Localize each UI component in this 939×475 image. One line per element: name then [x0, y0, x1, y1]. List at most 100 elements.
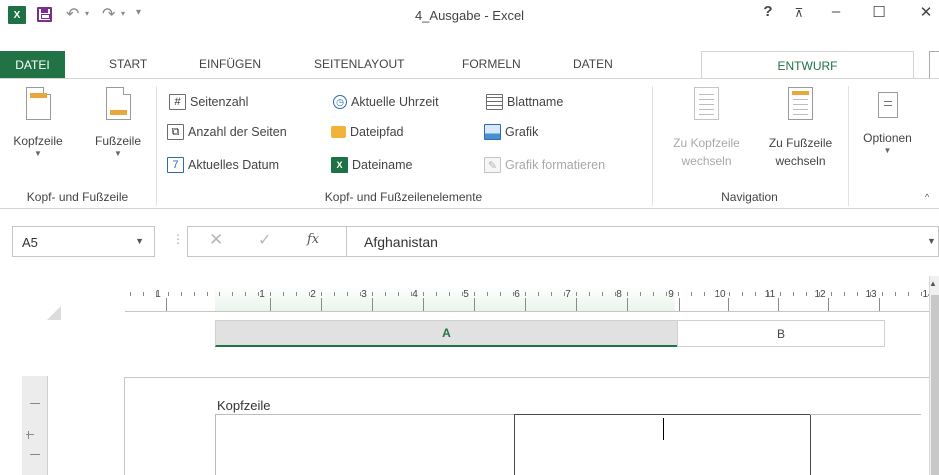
page-number-button[interactable]: # Seitenzahl — [169, 92, 248, 112]
options-label: Optionen — [863, 131, 912, 145]
options-button[interactable]: Optionen ▼ — [850, 92, 925, 155]
ruler-minor-tick — [296, 292, 297, 296]
tab-page-layout[interactable]: SEITENLAYOUT — [314, 57, 404, 71]
text-cursor — [663, 418, 664, 440]
formula-bar-grip[interactable]: ⋮ — [172, 232, 184, 246]
ruler-minor-tick — [602, 292, 603, 296]
scroll-up-icon[interactable]: ▲ — [929, 279, 937, 288]
ruler-minor-tick — [181, 292, 182, 296]
goto-header-page-icon — [694, 87, 719, 120]
picture-button[interactable]: Grafik — [484, 122, 538, 142]
ruler-minor-tick — [627, 292, 628, 296]
name-box-dropdown-icon[interactable]: ▼ — [135, 236, 144, 246]
ruler-highlight — [215, 286, 675, 312]
ruler-minor-tick — [717, 292, 718, 296]
ruler-minor-tick — [806, 292, 807, 296]
group-label-header-footer: Kopf- und Fußzeile — [26, 190, 129, 204]
tab-data[interactable]: DATEN — [573, 57, 613, 71]
ruler-minor-tick — [640, 292, 641, 296]
ruler-number: 6 — [514, 289, 520, 300]
group-separator — [156, 86, 157, 206]
tab-file[interactable]: DATEI — [0, 51, 65, 78]
ruler-minor-tick — [462, 292, 463, 296]
ruler-number: 13 — [865, 289, 877, 300]
group-separator — [848, 86, 849, 206]
ruler-minor-tick — [500, 292, 501, 296]
ruler-minor-tick — [819, 292, 820, 296]
ruler-major-tick — [474, 298, 475, 311]
ruler-minor-tick — [321, 292, 322, 296]
ruler-major-tick — [828, 298, 829, 311]
calendar-icon: 7 — [167, 157, 184, 173]
tab-start[interactable]: START — [109, 57, 147, 71]
page-count-button[interactable]: ⧉ Anzahl der Seiten — [167, 122, 287, 142]
file-name-button[interactable]: X Dateiname — [331, 155, 412, 175]
footer-button[interactable]: Fußzeile ▼ — [86, 87, 150, 158]
ruler-minor-tick — [755, 292, 756, 296]
ruler-minor-tick — [513, 292, 514, 296]
ruler-minor-tick — [474, 292, 475, 296]
maximize-button[interactable]: ☐ — [866, 3, 892, 21]
close-button[interactable]: ✕ — [913, 3, 939, 21]
goto-header-label-2: wechseln — [681, 154, 732, 168]
cancel-icon[interactable]: ✕ — [209, 230, 223, 250]
header-left-section[interactable] — [215, 414, 515, 475]
ruler-minor-tick — [793, 292, 794, 296]
formula-value: Afghanistan — [364, 234, 438, 250]
header-button-label: Kopfzeile — [13, 134, 63, 148]
ruler-major-tick — [270, 298, 271, 311]
goto-footer-label-1: Zu Fußzeile — [768, 136, 833, 150]
collapse-ribbon-icon[interactable]: ^ — [925, 192, 929, 202]
current-time-button[interactable]: ◷ Aktuelle Uhrzeit — [333, 92, 439, 112]
ruler-minor-tick — [666, 292, 667, 296]
format-picture-button[interactable]: ✎ Grafik formatieren — [484, 155, 605, 175]
expand-formula-bar-icon[interactable]: ▼ — [927, 236, 936, 246]
ruler-minor-tick — [449, 292, 450, 296]
ruler-minor-tick — [436, 292, 437, 296]
ruler-baseline — [125, 311, 930, 312]
insert-function-icon[interactable]: fx — [307, 232, 319, 247]
group-label-navigation: Navigation — [721, 190, 778, 204]
formula-input[interactable]: Afghanistan — [346, 226, 939, 257]
tab-formulas[interactable]: FORMELN — [462, 57, 521, 71]
vertical-ruler — [22, 376, 48, 475]
scrollbar-thumb[interactable] — [931, 295, 939, 475]
ruler-major-tick — [423, 298, 424, 311]
ruler-number: 12 — [814, 289, 826, 300]
minimize-button[interactable]: – — [823, 3, 849, 20]
select-all-corner[interactable] — [47, 306, 61, 320]
column-header-b[interactable]: B — [677, 320, 885, 347]
ruler-number: 9 — [668, 289, 674, 300]
ribbon-display-options-button[interactable]: ⊼ — [786, 6, 812, 20]
sheet-name-button[interactable]: Blattname — [486, 92, 563, 112]
ruler-number: 3 — [361, 289, 367, 300]
tab-design[interactable]: ENTWURF — [701, 51, 914, 79]
ruler-major-tick — [778, 298, 779, 311]
options-dropdown-icon: ▼ — [883, 146, 892, 155]
current-date-button[interactable]: 7 Aktuelles Datum — [167, 155, 279, 175]
name-box[interactable]: A5 ▼ — [12, 226, 155, 257]
tab-insert[interactable]: EINFÜGEN — [199, 57, 261, 71]
ruler-minor-tick — [270, 292, 271, 296]
help-button[interactable]: ? — [755, 3, 781, 20]
group-separator — [652, 86, 653, 206]
ruler-major-tick — [728, 298, 729, 311]
ruler-minor-tick — [704, 292, 705, 296]
ruler-minor-tick — [283, 292, 284, 296]
ruler-minor-tick — [729, 292, 730, 296]
header-right-section[interactable] — [810, 414, 921, 475]
ruler-minor-tick — [334, 292, 335, 296]
page-number-icon: # — [169, 94, 186, 110]
footer-button-label: Fußzeile — [94, 134, 141, 148]
file-path-button[interactable]: Dateipfad — [331, 122, 404, 142]
goto-header-button[interactable]: Zu Kopfzeile wechseln — [660, 87, 753, 168]
header-button[interactable]: Kopfzeile ▼ — [6, 87, 70, 158]
ruler-minor-tick — [895, 292, 896, 296]
goto-footer-button[interactable]: Zu Fußzeile wechseln — [754, 87, 847, 168]
column-header-a[interactable]: A — [215, 320, 678, 347]
ruler-major-tick — [627, 298, 628, 311]
ruler-minor-tick — [245, 292, 246, 296]
ruler-minor-tick — [372, 292, 373, 296]
enter-icon[interactable]: ✓ — [258, 230, 271, 250]
ruler-minor-tick — [411, 292, 412, 296]
